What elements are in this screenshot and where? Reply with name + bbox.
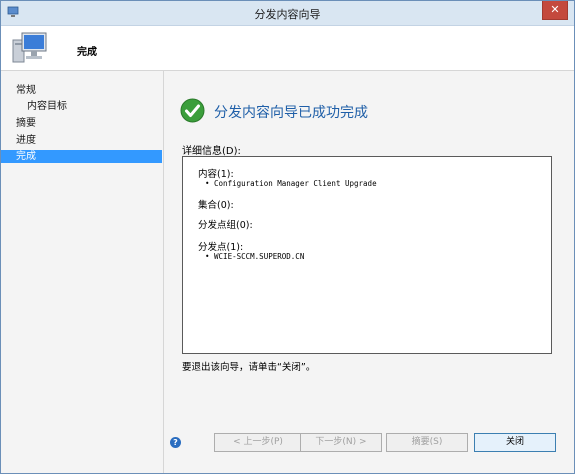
wizard-header: 完成: [1, 26, 574, 71]
wizard-window: 分发内容向导 ✕ 完成 常规 内容目标 摘要 进度 完成 分发内容向导已成功完成…: [0, 0, 575, 474]
dp-item-text: WCIE-SCCM.SUPEROD.CN: [214, 252, 305, 261]
collections-section-title: 集合(0):: [198, 200, 234, 211]
success-check-icon: [180, 98, 205, 123]
exit-hint: 要退出该向导，请单击“关闭”。: [182, 362, 316, 373]
nav-item-progress[interactable]: 进度: [1, 134, 162, 147]
title-bar: 分发内容向导 ✕: [1, 1, 574, 26]
details-label: 详细信息(D):: [182, 146, 241, 157]
close-button[interactable]: 关闭: [474, 433, 556, 452]
content-section-title: 内容(1):: [198, 169, 234, 180]
main-panel: 分发内容向导已成功完成 详细信息(D): 内容(1): • Configurat…: [164, 71, 574, 473]
dps-section-title: 分发点(1):: [198, 242, 244, 253]
previous-button[interactable]: < 上一步(P): [214, 433, 302, 452]
dp-groups-section-title: 分发点组(0):: [198, 220, 253, 231]
dp-item: • WCIE-SCCM.SUPEROD.CN: [205, 252, 305, 261]
content-item: • Configuration Manager Client Upgrade: [205, 179, 377, 188]
wizard-navigation: 常规 内容目标 摘要 进度 完成: [1, 71, 164, 473]
nav-item-general[interactable]: 常规: [1, 84, 162, 97]
next-button[interactable]: 下一步(N) >: [300, 433, 382, 452]
window-title: 分发内容向导: [254, 8, 321, 21]
help-icon[interactable]: ?: [170, 437, 181, 448]
content-item-text: Configuration Manager Client Upgrade: [214, 179, 377, 188]
page-title: 完成: [77, 47, 97, 58]
nav-item-completion[interactable]: 完成: [1, 150, 162, 163]
nav-item-summary[interactable]: 摘要: [1, 117, 162, 130]
completion-status-text: 分发内容向导已成功完成: [214, 105, 368, 121]
computer-icon: [12, 32, 47, 63]
details-textbox[interactable]: 内容(1): • Configuration Manager Client Up…: [182, 156, 552, 354]
nav-item-content-destination[interactable]: 内容目标: [1, 100, 162, 113]
window-close-button[interactable]: ✕: [542, 1, 568, 20]
summary-button[interactable]: 摘要(S): [386, 433, 468, 452]
